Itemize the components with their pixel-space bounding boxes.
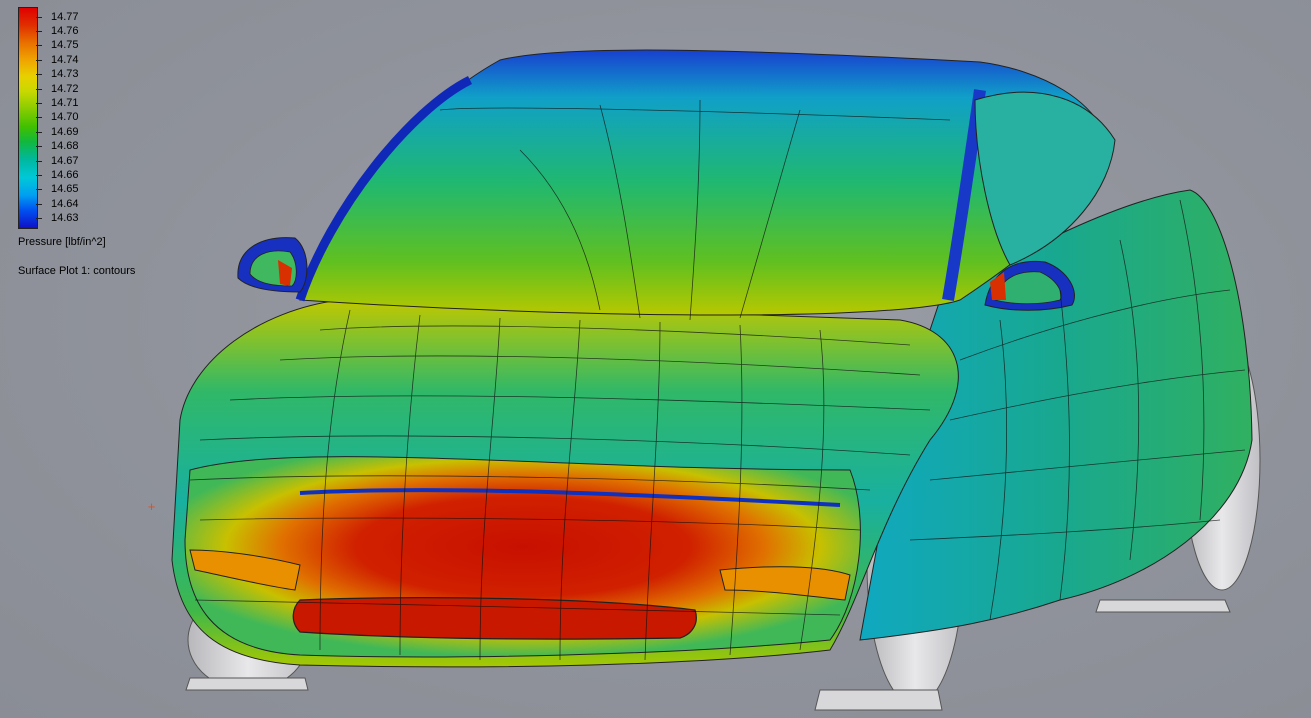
graphics-viewport[interactable]: 14.77 14.76 14.75 14.74 14.73 14.72 14.7… — [0, 0, 1311, 718]
legend-tick-label: 14.73 — [51, 68, 79, 80]
pressure-legend: 14.77 14.76 14.75 14.74 14.73 14.72 14.7… — [18, 7, 198, 287]
legend-tick-label: 14.67 — [51, 155, 79, 167]
legend-tick — [36, 117, 42, 118]
legend-tick-label: 14.76 — [51, 25, 79, 37]
origin-marker-icon: + — [147, 499, 156, 514]
legend-tick — [36, 103, 42, 104]
legend-tick — [36, 17, 42, 18]
legend-tick — [36, 132, 42, 133]
legend-tick — [36, 161, 42, 162]
legend-tick-label: 14.68 — [51, 140, 79, 152]
legend-tick-label: 14.77 — [51, 11, 79, 23]
legend-tick-label: 14.69 — [51, 126, 79, 138]
lower-grille — [292, 597, 697, 640]
legend-tick — [36, 175, 42, 176]
legend-tick — [36, 189, 42, 190]
legend-tick — [36, 146, 42, 147]
legend-tick-label: 14.72 — [51, 83, 79, 95]
legend-tick-label: 14.64 — [51, 198, 79, 210]
legend-tick-label: 14.65 — [51, 183, 79, 195]
legend-tick — [36, 74, 42, 75]
legend-tick — [36, 60, 42, 61]
legend-tick — [36, 31, 42, 32]
legend-tick-label: 14.63 — [51, 212, 79, 224]
legend-tick-label: 14.75 — [51, 39, 79, 51]
plot-name: Surface Plot 1: contours — [18, 265, 136, 277]
legend-tick — [36, 218, 42, 219]
legend-tick — [36, 204, 42, 205]
legend-tick-label: 14.71 — [51, 97, 79, 109]
color-bar — [18, 7, 38, 229]
legend-tick-label: 14.70 — [51, 111, 79, 123]
legend-tick-label: 14.74 — [51, 54, 79, 66]
left-mirror — [237, 237, 308, 293]
legend-tick-label: 14.66 — [51, 169, 79, 181]
legend-tick — [36, 45, 42, 46]
legend-tick — [36, 89, 42, 90]
legend-units: Pressure [lbf/in^2] — [18, 236, 106, 248]
